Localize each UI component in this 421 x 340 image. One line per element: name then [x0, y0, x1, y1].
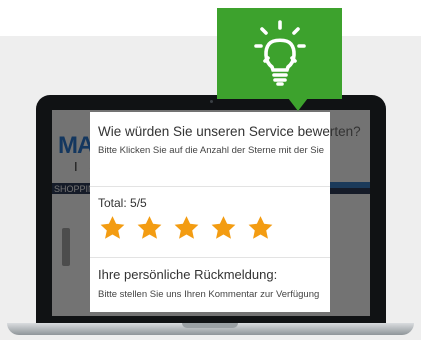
lightbulb-icon: [254, 20, 306, 86]
star-icon[interactable]: [246, 214, 275, 242]
star-icon[interactable]: [98, 214, 127, 242]
feedback-subtitle: Bitte stellen Sie uns Ihren Kommentar zu…: [98, 289, 320, 300]
tip-banner: [217, 8, 342, 99]
site-product-image: [62, 228, 70, 266]
star-rating[interactable]: [98, 214, 275, 242]
feedback-title: Ihre persönliche Rückmeldung:: [98, 267, 278, 282]
star-icon[interactable]: [172, 214, 201, 242]
rating-total: Total: 5/5: [98, 196, 147, 210]
divider: [90, 186, 330, 187]
site-right-bar: [324, 182, 370, 188]
star-icon[interactable]: [135, 214, 164, 242]
dialog-subtitle: Bitte Klicken Sie auf die Anzahl der Ste…: [98, 145, 325, 156]
tip-banner-pointer: [288, 98, 308, 111]
divider: [90, 257, 330, 258]
dialog-title: Wie würden Sie unseren Service bewerten?: [98, 124, 361, 139]
laptop-base-notch: [182, 323, 238, 328]
rating-dialog: Wie würden Sie unseren Service bewerten?…: [90, 112, 361, 312]
star-icon[interactable]: [209, 214, 238, 242]
laptop-camera: [210, 100, 213, 103]
